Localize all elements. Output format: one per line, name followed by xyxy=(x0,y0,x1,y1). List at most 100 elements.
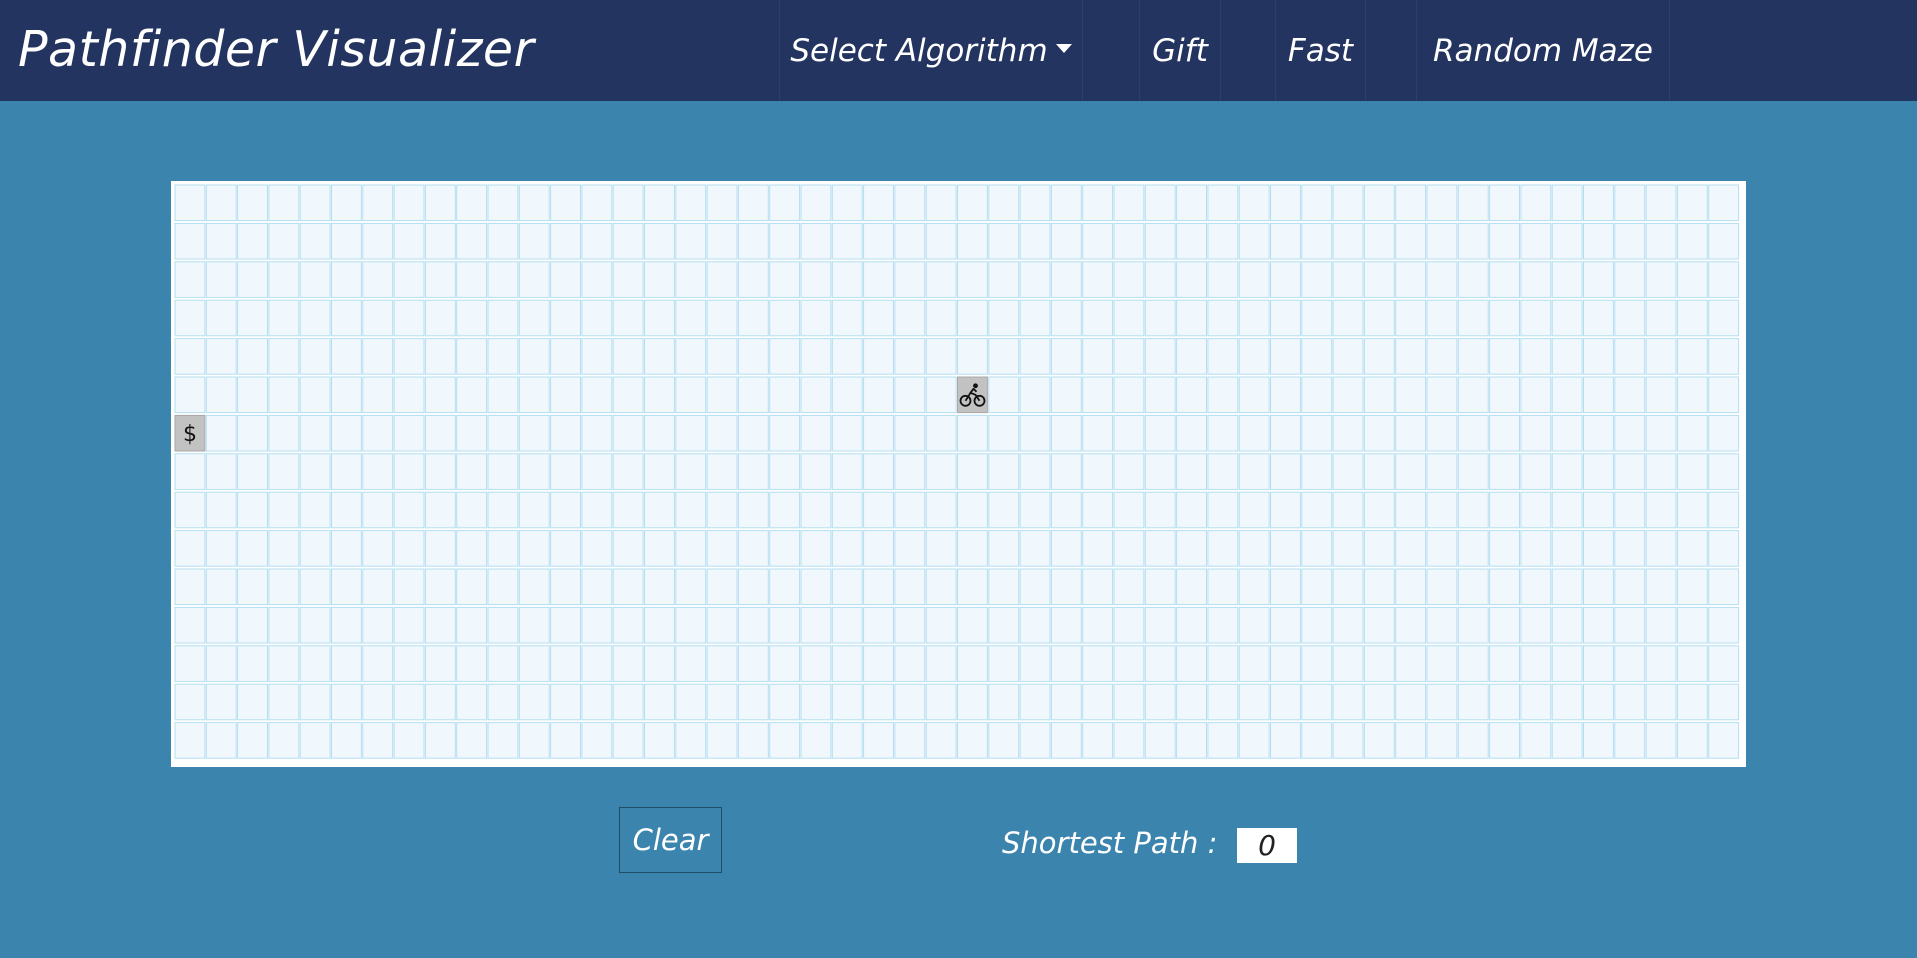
grid-cell[interactable] xyxy=(706,222,738,260)
grid-cell[interactable] xyxy=(769,645,801,682)
grid-cell[interactable] xyxy=(1489,530,1520,567)
grid-cell[interactable] xyxy=(205,683,237,721)
grid-cell[interactable] xyxy=(1614,222,1646,260)
grid-cell[interactable] xyxy=(1238,261,1270,298)
grid-cell[interactable] xyxy=(769,568,801,606)
grid-cell[interactable] xyxy=(205,722,237,759)
grid-cell[interactable] xyxy=(1645,338,1677,375)
grid-cell[interactable] xyxy=(1520,376,1552,414)
grid-cell[interactable] xyxy=(675,376,707,414)
grid-cell[interactable] xyxy=(612,414,644,452)
grid-cell[interactable] xyxy=(706,606,738,644)
grid-cell[interactable] xyxy=(237,722,268,759)
grid-cell[interactable] xyxy=(331,299,362,337)
grid-cell[interactable] xyxy=(1332,376,1364,414)
grid-cell[interactable] xyxy=(737,683,769,721)
grid-cell[interactable] xyxy=(894,530,926,567)
grid-cell[interactable] xyxy=(268,645,300,682)
grid-cell[interactable] xyxy=(769,606,801,644)
grid-cell[interactable] xyxy=(1551,491,1583,529)
grid-cell[interactable] xyxy=(1708,530,1740,567)
grid-cell[interactable] xyxy=(1457,338,1489,375)
grid-cell[interactable] xyxy=(1176,683,1207,721)
grid-cell[interactable] xyxy=(1019,645,1051,682)
grid-cell[interactable] xyxy=(1113,722,1145,759)
grid-cell[interactable] xyxy=(424,722,456,759)
grid-cell[interactable] xyxy=(1395,184,1427,222)
grid-cell[interactable] xyxy=(174,338,206,375)
grid-cell[interactable] xyxy=(268,299,300,337)
grid-cell[interactable] xyxy=(831,299,863,337)
grid-cell[interactable] xyxy=(644,376,675,414)
grid-cell[interactable] xyxy=(299,222,331,260)
grid-cell[interactable] xyxy=(1614,606,1646,644)
grid-cell[interactable] xyxy=(1363,645,1395,682)
grid-cell[interactable] xyxy=(1207,184,1239,222)
grid-cell[interactable] xyxy=(1676,184,1708,222)
grid-cell[interactable] xyxy=(1489,414,1520,452)
grid-cell[interactable] xyxy=(1614,645,1646,682)
grid-cell[interactable] xyxy=(362,184,394,222)
grid-cell[interactable] xyxy=(894,568,926,606)
grid-cell[interactable] xyxy=(362,530,394,567)
grid-cell[interactable] xyxy=(1113,222,1145,260)
grid-cell[interactable] xyxy=(1301,530,1333,567)
grid-cell[interactable] xyxy=(237,645,268,682)
grid-cell[interactable] xyxy=(1301,376,1333,414)
grid-cell[interactable] xyxy=(1144,606,1176,644)
grid-cell[interactable] xyxy=(1645,299,1677,337)
grid-cell[interactable] xyxy=(550,722,582,759)
grid-cell[interactable] xyxy=(1457,376,1489,414)
grid-cell[interactable] xyxy=(1708,222,1740,260)
grid-cell[interactable] xyxy=(424,683,456,721)
grid-cell[interactable] xyxy=(1238,568,1270,606)
grid-cell[interactable] xyxy=(424,606,456,644)
grid-cell[interactable] xyxy=(644,338,675,375)
grid-cell[interactable] xyxy=(800,376,832,414)
grid-cell[interactable] xyxy=(1426,722,1458,759)
grid-cell[interactable] xyxy=(393,453,425,490)
grid-cell[interactable] xyxy=(675,683,707,721)
grid-cell[interactable] xyxy=(1207,722,1239,759)
grid-cell[interactable] xyxy=(487,299,519,337)
grid-cell[interactable] xyxy=(1645,683,1677,721)
grid-cell[interactable] xyxy=(1551,261,1583,298)
grid-cell[interactable] xyxy=(800,683,832,721)
grid-cell[interactable] xyxy=(1238,338,1270,375)
grid-cell[interactable] xyxy=(299,606,331,644)
grid-cell[interactable] xyxy=(1614,683,1646,721)
grid-cell[interactable] xyxy=(1583,338,1614,375)
grid-cell[interactable] xyxy=(299,530,331,567)
grid-cell[interactable] xyxy=(393,722,425,759)
grid-cell[interactable] xyxy=(1645,722,1677,759)
grid-cell[interactable] xyxy=(737,722,769,759)
grid-cell[interactable] xyxy=(1583,222,1614,260)
grid-cell[interactable] xyxy=(1551,414,1583,452)
grid-cell[interactable] xyxy=(1676,722,1708,759)
grid-cell[interactable] xyxy=(268,683,300,721)
grid-cell[interactable] xyxy=(800,222,832,260)
grid-cell[interactable] xyxy=(1551,722,1583,759)
grid-cell[interactable] xyxy=(1489,338,1520,375)
grid-cell[interactable] xyxy=(1332,530,1364,567)
grid-cell[interactable] xyxy=(174,722,206,759)
grid-cell[interactable] xyxy=(1332,414,1364,452)
grid-cell[interactable] xyxy=(1426,453,1458,490)
grid-cell[interactable] xyxy=(268,414,300,452)
grid-cell[interactable] xyxy=(925,722,957,759)
grid-cell[interactable] xyxy=(894,645,926,682)
grid-cell[interactable] xyxy=(1270,568,1301,606)
grid-cell[interactable] xyxy=(1426,645,1458,682)
grid-cell[interactable] xyxy=(863,722,894,759)
grid-cell[interactable] xyxy=(393,606,425,644)
grid-cell[interactable] xyxy=(1113,568,1145,606)
grid-cell[interactable] xyxy=(581,261,613,298)
grid-cell[interactable] xyxy=(1301,645,1333,682)
grid-cell[interactable] xyxy=(1082,453,1114,490)
grid-cell[interactable] xyxy=(1457,606,1489,644)
grid-cell[interactable] xyxy=(988,453,1020,490)
grid-cell[interactable] xyxy=(1708,568,1740,606)
grid-cell[interactable] xyxy=(1050,683,1082,721)
grid-cell[interactable] xyxy=(894,222,926,260)
grid-cell[interactable] xyxy=(769,722,801,759)
